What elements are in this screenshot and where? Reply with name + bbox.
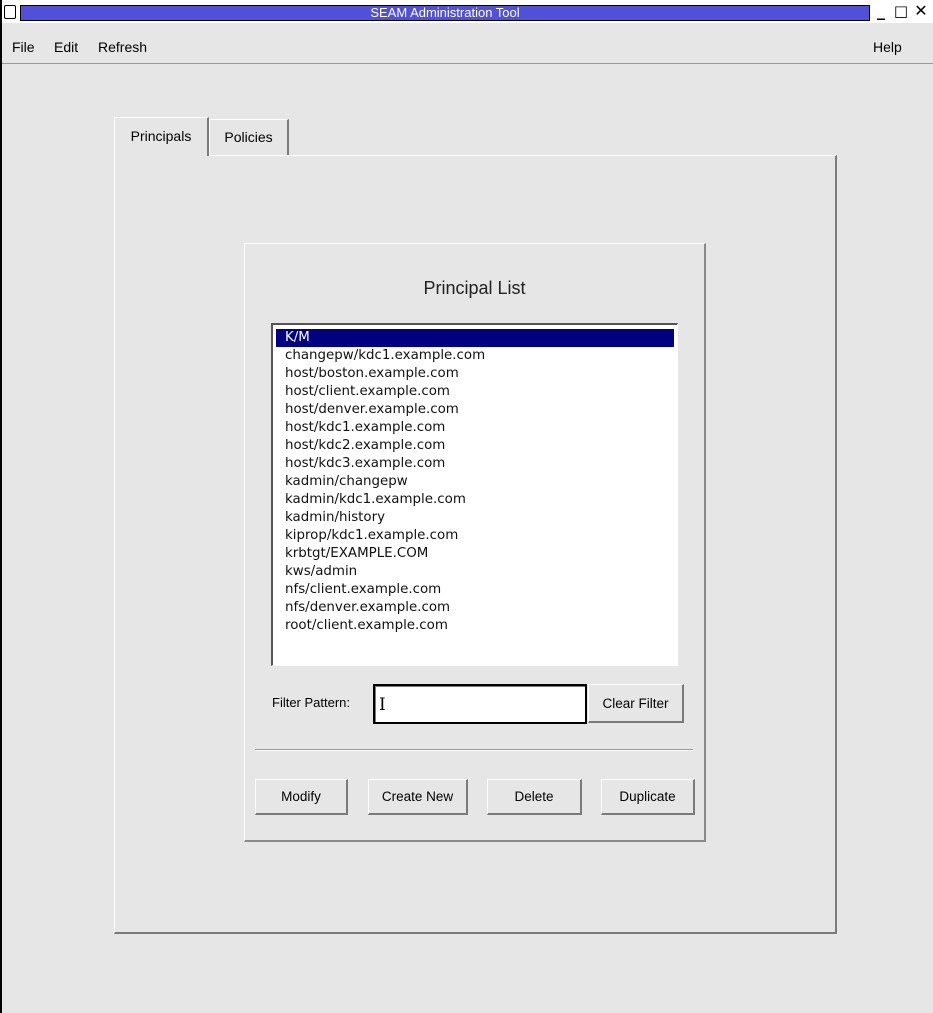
principal-list-item[interactable]: host/client.example.com	[276, 383, 674, 401]
principal-list-item[interactable]: nfs/client.example.com	[276, 581, 674, 599]
filter-pattern-input[interactable]	[373, 684, 587, 724]
principal-list-item[interactable]: kadmin/kdc1.example.com	[276, 491, 674, 509]
principal-list-item[interactable]: host/boston.example.com	[276, 365, 674, 383]
filter-pattern-label: Filter Pattern:	[272, 695, 351, 710]
principal-list-title: Principal List	[423, 278, 526, 298]
title-bar[interactable]: SEAM Administration Tool _ □ ✕	[2, 0, 933, 23]
principal-list-item[interactable]: kadmin/history	[276, 509, 674, 527]
menu-refresh[interactable]: Refresh	[98, 39, 147, 55]
window-title: SEAM Administration Tool	[20, 5, 870, 21]
principal-list-item[interactable]: host/kdc1.example.com	[276, 419, 674, 437]
minimize-icon[interactable]: _	[873, 2, 889, 20]
duplicate-button[interactable]: Duplicate	[601, 779, 695, 815]
clear-filter-button[interactable]: Clear Filter	[588, 684, 684, 723]
principal-list-item[interactable]: kws/admin	[276, 563, 674, 581]
app-window: SEAM Administration Tool _ □ ✕ File Edit…	[0, 0, 933, 1013]
menu-help[interactable]: Help	[873, 39, 902, 55]
principal-list-item[interactable]: root/client.example.com	[276, 617, 674, 635]
principal-list-item[interactable]: kadmin/changepw	[276, 473, 674, 491]
principal-list-item[interactable]: host/kdc2.example.com	[276, 437, 674, 455]
principal-list-item[interactable]: host/kdc3.example.com	[276, 455, 674, 473]
maximize-icon[interactable]: □	[893, 2, 909, 20]
separator	[255, 749, 693, 751]
menu-edit[interactable]: Edit	[54, 39, 78, 55]
menu-file[interactable]: File	[12, 39, 35, 55]
close-icon[interactable]: ✕	[913, 2, 929, 20]
window-menu-icon[interactable]	[4, 5, 16, 19]
create-new-button[interactable]: Create New	[368, 779, 468, 815]
delete-button[interactable]: Delete	[487, 779, 582, 815]
principal-list-item[interactable]: kiprop/kdc1.example.com	[276, 527, 674, 545]
principal-list-item[interactable]: krbtgt/EXAMPLE.COM	[276, 545, 674, 563]
principal-list-item[interactable]: nfs/denver.example.com	[276, 599, 674, 617]
modify-button[interactable]: Modify	[255, 779, 348, 815]
principal-list-item[interactable]: host/denver.example.com	[276, 401, 674, 419]
principal-list-item[interactable]: changepw/kdc1.example.com	[276, 347, 674, 365]
tab-policies[interactable]: Policies	[209, 119, 289, 155]
principal-list-panel: Principal List K/M changepw/kdc1.example.…	[244, 243, 706, 842]
menu-bar: File Edit Refresh Help	[2, 34, 933, 64]
principal-list-item[interactable]: K/M	[276, 329, 674, 347]
principal-list[interactable]: K/M changepw/kdc1.example.com host/boston.…	[271, 323, 678, 666]
tab-principals[interactable]: Principals	[114, 117, 209, 156]
